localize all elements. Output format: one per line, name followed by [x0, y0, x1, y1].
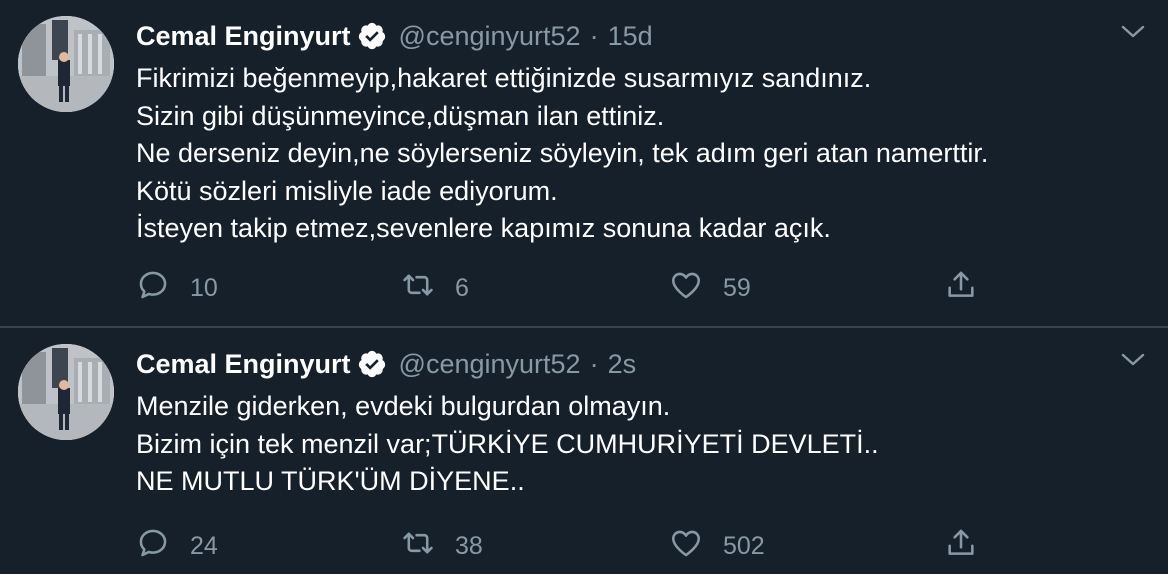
tweet-line: Kötü sözleri misliyle iade ediyorum. — [136, 175, 558, 206]
timestamp[interactable]: 15d — [608, 21, 653, 52]
tweet-line: Bizim için tek menzil var;TÜRKİYE CUMHUR… — [136, 428, 879, 459]
share-icon — [944, 268, 978, 309]
tweet[interactable]: Cemal Enginyurt @cenginyurt52 · 15d Fikr… — [0, 0, 1168, 326]
verified-badge-icon — [357, 21, 387, 51]
tweet[interactable]: Cemal Enginyurt @cenginyurt52 · 2s Menzi… — [0, 328, 1168, 574]
share-button[interactable] — [944, 268, 978, 308]
reply-icon — [136, 526, 170, 567]
tweet-header: Cemal Enginyurt @cenginyurt52 · 2s — [136, 346, 636, 382]
tweet-text: Menzile giderken, evdeki bulgurdan olmay… — [136, 388, 879, 501]
retweet-button[interactable]: 38 — [401, 526, 483, 566]
avatar[interactable] — [18, 16, 114, 112]
tweet-line: Menzile giderken, evdeki bulgurdan olmay… — [136, 391, 671, 421]
heart-icon — [669, 526, 703, 567]
share-icon — [944, 526, 978, 567]
author-name[interactable]: Cemal Enginyurt — [136, 21, 351, 52]
like-button[interactable]: 59 — [669, 268, 751, 308]
reply-count: 24 — [190, 531, 218, 560]
retweet-count: 38 — [455, 531, 483, 560]
tweet-actions: 24 38 502 — [136, 526, 996, 566]
tweet-header: Cemal Enginyurt @cenginyurt52 · 15d — [136, 18, 653, 54]
like-count: 59 — [723, 273, 751, 302]
reply-button[interactable]: 24 — [136, 526, 218, 566]
reply-icon — [136, 268, 170, 309]
heart-icon — [669, 268, 703, 309]
separator: · — [589, 20, 599, 51]
tweet-line: Sizin gibi düşünmeyince,düşman ilan etti… — [136, 100, 665, 131]
retweet-button[interactable]: 6 — [401, 268, 469, 308]
chevron-down-icon[interactable] — [1120, 350, 1146, 370]
tweet-line: Ne derseniz deyin,ne söylerseniz söyleyi… — [136, 138, 989, 169]
author-name[interactable]: Cemal Enginyurt — [136, 349, 351, 380]
author-handle[interactable]: @cenginyurt52 — [399, 21, 581, 52]
tweet-actions: 10 6 59 — [136, 268, 996, 308]
chevron-down-icon[interactable] — [1120, 22, 1146, 42]
verified-badge-icon — [357, 349, 387, 379]
share-button[interactable] — [944, 526, 978, 566]
tweet-line: İsteyen takip etmez,sevenlere kapımız so… — [136, 213, 831, 244]
like-count: 502 — [723, 531, 765, 560]
separator: · — [589, 348, 599, 379]
retweet-icon — [401, 268, 435, 309]
retweet-count: 6 — [455, 273, 469, 302]
retweet-icon — [401, 526, 435, 567]
reply-button[interactable]: 10 — [136, 268, 218, 308]
author-handle[interactable]: @cenginyurt52 — [399, 349, 581, 380]
timestamp[interactable]: 2s — [608, 349, 637, 380]
tweet-line: Fikrimizi beğenmeyip,hakaret ettiğinizde… — [136, 63, 872, 93]
reply-count: 10 — [190, 273, 218, 302]
avatar[interactable] — [18, 344, 114, 440]
tweet-line: NE MUTLU TÜRK'ÜM DİYENE.. — [136, 466, 525, 497]
tweet-text: Fikrimizi beğenmeyip,hakaret ettiğinizde… — [136, 60, 988, 248]
like-button[interactable]: 502 — [669, 526, 765, 566]
